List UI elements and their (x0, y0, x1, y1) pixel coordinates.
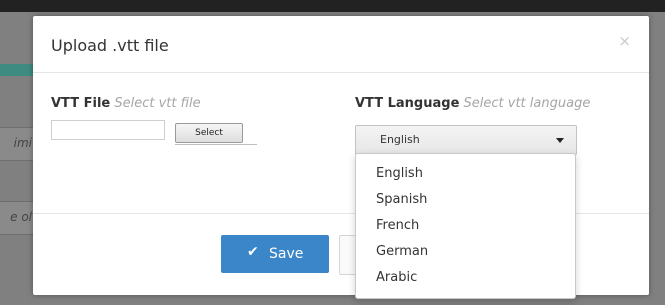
vtt-file-input[interactable] (51, 120, 165, 140)
vtt-file-label-group: VTT File Select vtt file (51, 96, 201, 111)
vtt-language-label: VTT Language (355, 96, 460, 111)
divider (175, 144, 257, 145)
modal-title: Upload .vtt file (51, 36, 169, 55)
save-button[interactable]: ✔ Save (221, 235, 329, 273)
background-accent-bar (0, 64, 34, 76)
dropdown-option-german[interactable]: German (376, 244, 428, 259)
background-field-text: imi (13, 136, 32, 150)
save-button-label: Save (269, 246, 304, 262)
dropdown-option-spanish[interactable]: Spanish (376, 192, 427, 207)
language-select-value: English (380, 133, 420, 146)
dropdown-option-arabic[interactable]: Arabic (376, 270, 417, 285)
background-field-fragment: e ol (0, 201, 34, 235)
language-select[interactable]: English (355, 125, 577, 155)
background-field-fragment: imi (0, 127, 34, 161)
vtt-file-hint: Select vtt file (114, 96, 201, 111)
vtt-language-label-group: VTT Language Select vtt language (355, 96, 590, 111)
dropdown-option-french[interactable]: French (376, 218, 419, 233)
dropdown-option-english[interactable]: English (376, 166, 423, 181)
top-bar (0, 0, 665, 12)
check-icon: ✔ (247, 244, 259, 260)
modal-header: Upload .vtt file × (33, 16, 649, 73)
language-dropdown-menu: English Spanish French German Arabic (355, 153, 576, 299)
vtt-language-hint: Select vtt language (463, 96, 591, 111)
close-icon[interactable]: × (618, 32, 631, 50)
background-field-text: e ol (10, 210, 32, 224)
select-file-button[interactable]: Select (175, 123, 243, 143)
caret-down-icon (556, 138, 564, 143)
vtt-file-label: VTT File (51, 96, 111, 111)
